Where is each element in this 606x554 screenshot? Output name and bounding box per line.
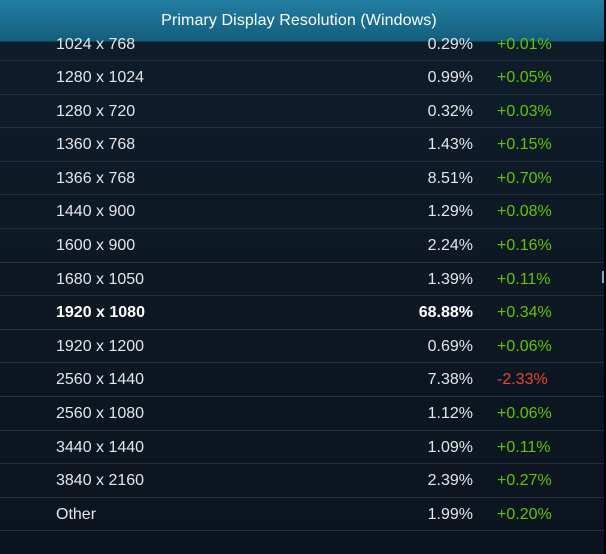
change-value: +0.11% bbox=[497, 270, 551, 288]
change-value: +0.15% bbox=[497, 136, 552, 154]
change-value: +0.06% bbox=[497, 337, 552, 355]
change-value: +0.27% bbox=[497, 472, 552, 490]
resolution-label: 1920 x 1080 bbox=[56, 304, 145, 322]
share-percent: 2.39% bbox=[427, 472, 473, 490]
share-percent: 0.69% bbox=[427, 337, 473, 355]
resolution-label: 1440 x 900 bbox=[56, 203, 136, 221]
change-value: +0.06% bbox=[497, 404, 552, 422]
share-percent: 1.99% bbox=[427, 505, 473, 523]
change-value: +0.70% bbox=[497, 169, 552, 187]
change-value: +0.34% bbox=[497, 304, 552, 322]
share-percent: 1.39% bbox=[427, 270, 473, 288]
share-percent: 68.88% bbox=[418, 304, 473, 322]
table-row: 1280 x 1024 0.99% +0.05% bbox=[0, 61, 604, 95]
resolution-label: 3440 x 1440 bbox=[56, 438, 145, 456]
table-row: 3440 x 1440 1.09% +0.11% bbox=[0, 431, 604, 465]
resolution-label: 1280 x 720 bbox=[56, 102, 136, 120]
table-row: 1920 x 1200 0.69% +0.06% bbox=[0, 330, 604, 364]
share-percent: 8.51% bbox=[427, 169, 473, 187]
table-row: 1680 x 1050 1.39% +0.11% bbox=[0, 263, 604, 297]
resolution-label: 2560 x 1080 bbox=[56, 404, 145, 422]
table-row: 2560 x 1080 1.12% +0.06% bbox=[0, 397, 604, 431]
change-value: +0.11% bbox=[497, 438, 551, 456]
share-percent: 1.09% bbox=[427, 438, 473, 456]
change-value: +0.16% bbox=[497, 236, 552, 254]
resolution-label: 1360 x 768 bbox=[56, 136, 136, 154]
resolution-label: 2560 x 1440 bbox=[56, 371, 145, 389]
share-percent: 0.29% bbox=[427, 36, 473, 53]
share-percent: 0.32% bbox=[427, 102, 473, 120]
resolution-label: Other bbox=[56, 505, 97, 523]
resolution-label: 1024 x 768 bbox=[56, 36, 136, 53]
change-value: +0.08% bbox=[497, 203, 552, 221]
table-row: 1366 x 768 8.51% +0.70% bbox=[0, 162, 604, 196]
change-value: +0.01% bbox=[497, 36, 552, 53]
resolution-label: 1600 x 900 bbox=[56, 236, 136, 254]
resolution-label: 1280 x 1024 bbox=[56, 69, 145, 86]
resolution-panel: Primary Display Resolution (Windows) 102… bbox=[0, 0, 604, 554]
table-row: 1024 x 768 0.29% +0.01% bbox=[0, 36, 604, 61]
share-percent: 7.38% bbox=[427, 371, 473, 389]
table-row: 2560 x 1440 7.38% -2.33% bbox=[0, 363, 604, 397]
resolution-label: 1366 x 768 bbox=[56, 169, 136, 187]
change-value: -2.33% bbox=[497, 371, 548, 389]
table-row: Other 1.99% +0.20% bbox=[0, 498, 604, 532]
table-row: 1600 x 900 2.24% +0.16% bbox=[0, 229, 604, 263]
resolution-table: 1024 x 768 0.29% +0.01% 1280 x 1024 0.99% +0.… bbox=[0, 36, 604, 532]
change-value: +0.03% bbox=[497, 102, 552, 120]
change-value: +0.20% bbox=[497, 505, 552, 523]
scrollbar-marker[interactable] bbox=[602, 271, 604, 283]
table-row: 1360 x 768 1.43% +0.15% bbox=[0, 128, 604, 162]
resolution-label: 1920 x 1200 bbox=[56, 337, 145, 355]
panel-title: Primary Display Resolution (Windows) bbox=[161, 11, 437, 29]
change-value: +0.05% bbox=[497, 69, 552, 86]
table-row: 1280 x 720 0.32% +0.03% bbox=[0, 95, 604, 129]
share-percent: 0.99% bbox=[427, 69, 473, 86]
resolution-label: 1680 x 1050 bbox=[56, 270, 145, 288]
share-percent: 2.24% bbox=[427, 236, 473, 254]
share-percent: 1.29% bbox=[427, 203, 473, 221]
table-row: 3840 x 2160 2.39% +0.27% bbox=[0, 464, 604, 498]
resolution-label: 3840 x 2160 bbox=[56, 472, 145, 490]
share-percent: 1.43% bbox=[427, 136, 473, 154]
table-row: 1920 x 1080 68.88% +0.34% bbox=[0, 296, 604, 330]
share-percent: 1.12% bbox=[427, 404, 473, 422]
table-row: 1440 x 900 1.29% +0.08% bbox=[0, 195, 604, 229]
